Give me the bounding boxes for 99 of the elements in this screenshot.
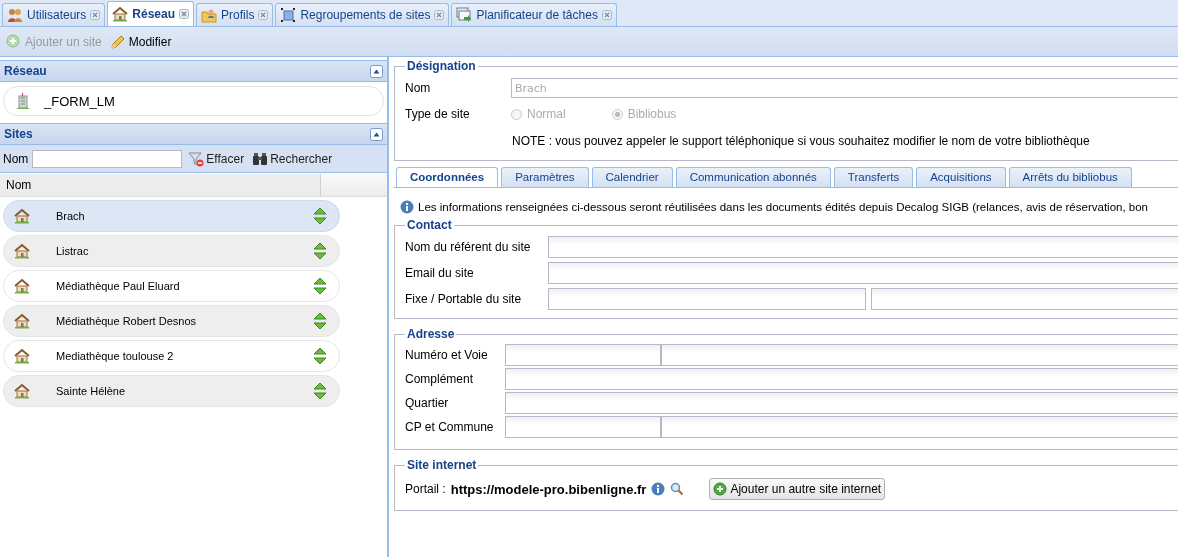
tab[interactable]: Utilisateurs: [2, 3, 106, 26]
field-label: Numéro et Voie: [405, 348, 489, 362]
field-label: Complément: [405, 372, 475, 386]
section-title: Adresse: [406, 327, 456, 341]
field-label: Nom: [405, 81, 432, 95]
house-icon: [112, 6, 129, 22]
text-field[interactable]: [505, 392, 1178, 414]
house-icon: [14, 243, 30, 259]
tab[interactable]: Paramètres: [501, 167, 589, 187]
text-field[interactable]: [548, 236, 1178, 258]
collapse-icon: [370, 127, 383, 141]
text-field[interactable]: [505, 416, 661, 438]
section-title: Désignation: [406, 59, 477, 73]
name-filter-field[interactable]: [32, 149, 183, 168]
tab-label[interactable]: Utilisateurs: [27, 8, 87, 22]
close-icon: [434, 10, 445, 20]
text-field[interactable]: [871, 288, 1178, 310]
reorder-arrows-icon: [313, 207, 327, 225]
info-icon: [651, 482, 666, 496]
people-icon: [7, 7, 23, 23]
panel-title: Réseau: [4, 64, 47, 78]
selection-icon: [280, 7, 297, 23]
tab[interactable]: Calendrier: [591, 167, 673, 187]
site-name[interactable]: Mediathèque toulouse 2: [56, 350, 313, 362]
section-title: Site internet: [406, 458, 478, 472]
field-label: Quartier: [405, 396, 450, 410]
field-label: Fixe / Portable du site: [405, 292, 523, 306]
site-row[interactable]: Sainte Hélène: [3, 375, 340, 407]
close-icon: [90, 10, 101, 20]
site-name[interactable]: Sainte Hélène: [56, 385, 313, 397]
close-icon: [258, 10, 269, 20]
clear-button[interactable]: Effacer: [186, 150, 247, 167]
text-field[interactable]: [548, 262, 1178, 284]
close-icon: [179, 9, 190, 19]
close-icon: [601, 10, 612, 20]
field-label: Email du site: [405, 266, 475, 280]
pencil-icon: [109, 33, 126, 50]
note-text: NOTE : vous pouvez appeler le support téléphonique si vous souhaitez modifier le nom de votre bibliothèque: [511, 133, 1091, 150]
search-icon: [670, 482, 685, 496]
tab-label[interactable]: Profils: [221, 8, 255, 22]
column-header[interactable]: Nom: [0, 174, 321, 196]
site-name[interactable]: Brach: [56, 210, 313, 222]
column-header-blank: [321, 174, 387, 196]
filter-label: Nom: [3, 151, 29, 166]
tab[interactable]: Regroupements de sites: [275, 3, 450, 26]
text-field[interactable]: [661, 344, 1178, 366]
tab[interactable]: Transferts: [833, 167, 914, 187]
text-field[interactable]: [505, 368, 1178, 390]
tab[interactable]: Arrêts du bibliobus: [1008, 167, 1132, 187]
tab-label[interactable]: Regroupements de sites: [300, 8, 431, 22]
folder-icon: [201, 7, 218, 23]
plus-circle-icon: [713, 482, 728, 496]
site-name[interactable]: Médiathèque Paul Eluard: [56, 280, 313, 292]
tab[interactable]: Acquisitions: [916, 167, 1006, 187]
section-title: Contact: [406, 218, 453, 232]
site-row[interactable]: Médiathèque Robert Desnos: [3, 305, 340, 337]
panel-title: Sites: [4, 127, 33, 141]
binoculars-icon: [252, 151, 269, 166]
tab[interactable]: Réseau: [107, 1, 195, 26]
plus-circle-icon: [6, 33, 22, 50]
tab-label[interactable]: Réseau: [132, 7, 176, 21]
collapse-icon: [370, 64, 383, 78]
site-row[interactable]: Brach: [3, 200, 340, 232]
reorder-arrows-icon: [313, 312, 327, 330]
house-icon: [14, 313, 30, 329]
search-button[interactable]: Rechercher: [250, 151, 335, 166]
tab[interactable]: Planificateur de tâches: [451, 3, 617, 26]
tab-label[interactable]: Planificateur de tâches: [476, 8, 598, 22]
reorder-arrows-icon: [313, 382, 327, 400]
building-icon: [16, 93, 30, 109]
edit-button[interactable]: Modifier: [107, 31, 174, 52]
reorder-arrows-icon: [313, 347, 327, 365]
site-row[interactable]: Mediathèque toulouse 2: [3, 340, 340, 372]
field-label: Nom du référent du site: [405, 240, 532, 254]
text-field[interactable]: [548, 288, 866, 310]
field-label: Portail :: [405, 482, 446, 496]
site-row[interactable]: Médiathèque Paul Eluard: [3, 270, 340, 302]
house-icon: [14, 348, 30, 364]
add-website-button[interactable]: Ajouter un autre site internet: [709, 478, 886, 500]
reorder-arrows-icon: [313, 242, 327, 260]
info-icon: [400, 200, 414, 214]
network-name[interactable]: _FORM_LM: [44, 93, 115, 109]
portal-link[interactable]: https://modele-pro.bibenligne.fr: [450, 481, 647, 497]
house-icon: [14, 383, 30, 399]
text-field[interactable]: [661, 416, 1178, 438]
reorder-arrows-icon: [313, 277, 327, 295]
site-name[interactable]: Médiathèque Robert Desnos: [56, 315, 313, 327]
tab[interactable]: Coordonnées: [396, 167, 499, 187]
field-label: CP et Commune: [405, 420, 495, 434]
tab[interactable]: Communication abonnés: [675, 167, 831, 187]
house-icon: [14, 278, 30, 294]
house-icon: [14, 208, 30, 224]
tab[interactable]: Profils: [196, 3, 274, 26]
funnel-remove-icon: [188, 150, 205, 167]
text-field[interactable]: [505, 344, 661, 366]
info-text: Les informations renseignées ci-dessous seront réutilisées dans les documents édités depuis Decalog SIGB (relances, avis de réservation, bon: [418, 201, 1148, 213]
site-name[interactable]: Listrac: [56, 245, 313, 257]
field-label: Type de site: [405, 107, 471, 121]
site-row[interactable]: Listrac: [3, 235, 340, 267]
